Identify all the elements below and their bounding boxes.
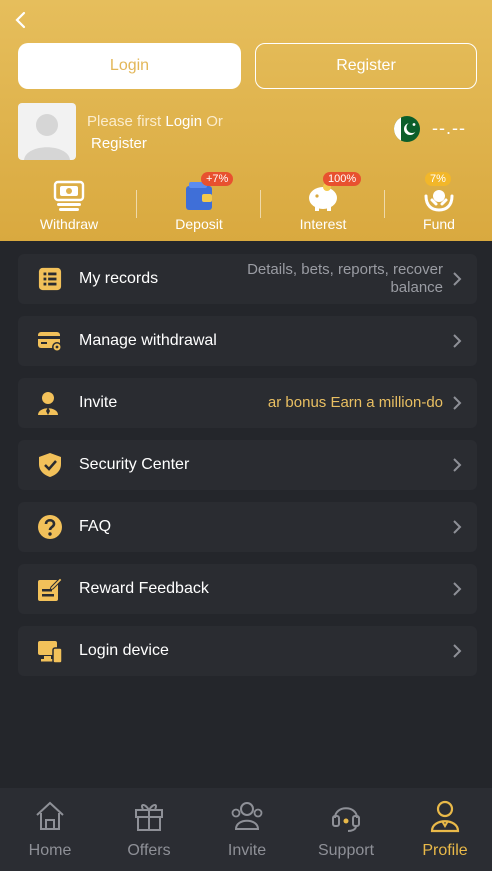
tab-invite[interactable]: Invite [198, 796, 296, 866]
wallet-icon: +7% [149, 172, 249, 212]
chevron-right-icon [453, 458, 462, 472]
bottom-tab-bar: Home Offers Invite Support Profile [0, 788, 492, 871]
menu-invite[interactable]: Invite ar bonus Earn a million-do [18, 378, 477, 428]
menu-reward-feedback[interactable]: Reward Feedback [18, 564, 477, 614]
prompt-register-link[interactable]: Register [87, 133, 247, 155]
login-button[interactable]: Login [18, 43, 241, 89]
tab-label: Support [317, 842, 375, 859]
divider [384, 190, 385, 218]
login-prompt: Please first Login Or Register [87, 111, 247, 155]
deposit-label: Deposit [175, 216, 223, 232]
fund-badge: 7% [425, 172, 451, 186]
menu-desc-line1: Details, bets, reports, recover [247, 261, 443, 278]
menu-desc-line2: balance [390, 279, 443, 296]
menu-security-center[interactable]: Security Center [18, 440, 477, 490]
withdraw-label: Withdraw [39, 216, 99, 232]
chevron-right-icon [453, 520, 462, 534]
interest-action[interactable]: 100% Interest [273, 172, 373, 232]
invite-user-icon [37, 390, 63, 416]
avatar[interactable] [18, 103, 76, 160]
chevron-right-icon [453, 272, 462, 286]
records-icon [37, 266, 63, 292]
back-button[interactable] [12, 8, 32, 32]
card-settings-icon [37, 328, 63, 354]
menu-title: FAQ [79, 518, 112, 535]
tab-label: Offers [127, 842, 171, 859]
gift-icon [100, 796, 198, 836]
chevron-right-icon [453, 582, 462, 596]
withdraw-icon [19, 176, 119, 212]
fund-action[interactable]: 7% Fund [389, 172, 489, 232]
chevron-right-icon [453, 644, 462, 658]
menu-login-device[interactable]: Login device [18, 626, 477, 676]
profile-icon [396, 796, 492, 836]
prompt-login-link[interactable]: Login [165, 113, 202, 130]
menu-title: Invite [79, 394, 118, 411]
interest-label: Interest [299, 216, 347, 232]
tab-profile[interactable]: Profile [396, 796, 492, 866]
chevron-right-icon [453, 334, 462, 348]
tab-label: Invite [227, 842, 267, 859]
tab-label: Profile [422, 842, 468, 859]
tab-home[interactable]: Home [1, 796, 99, 866]
fund-label: Fund [423, 216, 455, 232]
piggy-bank-icon: 100% [273, 172, 373, 212]
user-placeholder-icon [24, 114, 70, 160]
profile-header: Login Register Please first Login Or Reg… [0, 0, 492, 241]
back-arrow-icon [15, 11, 26, 29]
feedback-pencil-icon [37, 576, 63, 602]
menu-title: My records [79, 270, 159, 287]
menu-title: Manage withdrawal [79, 332, 217, 349]
devices-icon [37, 638, 63, 664]
divider [260, 190, 261, 218]
invite-marquee-text: ar bonus Earn a million-do [267, 394, 443, 411]
shield-check-icon [37, 452, 63, 478]
home-icon [1, 796, 99, 836]
pakistan-flag-icon[interactable] [394, 116, 420, 142]
menu-manage-withdrawal[interactable]: Manage withdrawal [18, 316, 477, 366]
prompt-prefix: Please first [87, 113, 166, 130]
menu-description: Details, bets, reports, recover balance [247, 261, 443, 297]
menu-my-records[interactable]: My records Details, bets, reports, recov… [18, 254, 477, 304]
fund-hands-icon: 7% [389, 172, 489, 212]
headset-icon [297, 796, 395, 836]
tab-offers[interactable]: Offers [100, 796, 198, 866]
menu-title: Login device [79, 642, 169, 659]
menu-title: Security Center [79, 456, 190, 473]
tab-label: Home [28, 842, 72, 859]
balance-value: --.-- [432, 118, 466, 138]
deposit-badge: +7% [201, 172, 234, 186]
menu-faq[interactable]: FAQ [18, 502, 477, 552]
deposit-action[interactable]: +7% Deposit [149, 172, 249, 232]
people-icon [198, 796, 296, 836]
divider [136, 190, 137, 218]
chevron-right-icon [453, 396, 462, 410]
tab-support[interactable]: Support [297, 796, 395, 866]
withdraw-action[interactable]: Withdraw [19, 176, 119, 232]
register-button[interactable]: Register [255, 43, 477, 89]
prompt-or: Or [202, 113, 223, 130]
menu-title: Reward Feedback [79, 580, 209, 597]
interest-badge: 100% [323, 172, 362, 186]
question-icon [37, 514, 63, 540]
